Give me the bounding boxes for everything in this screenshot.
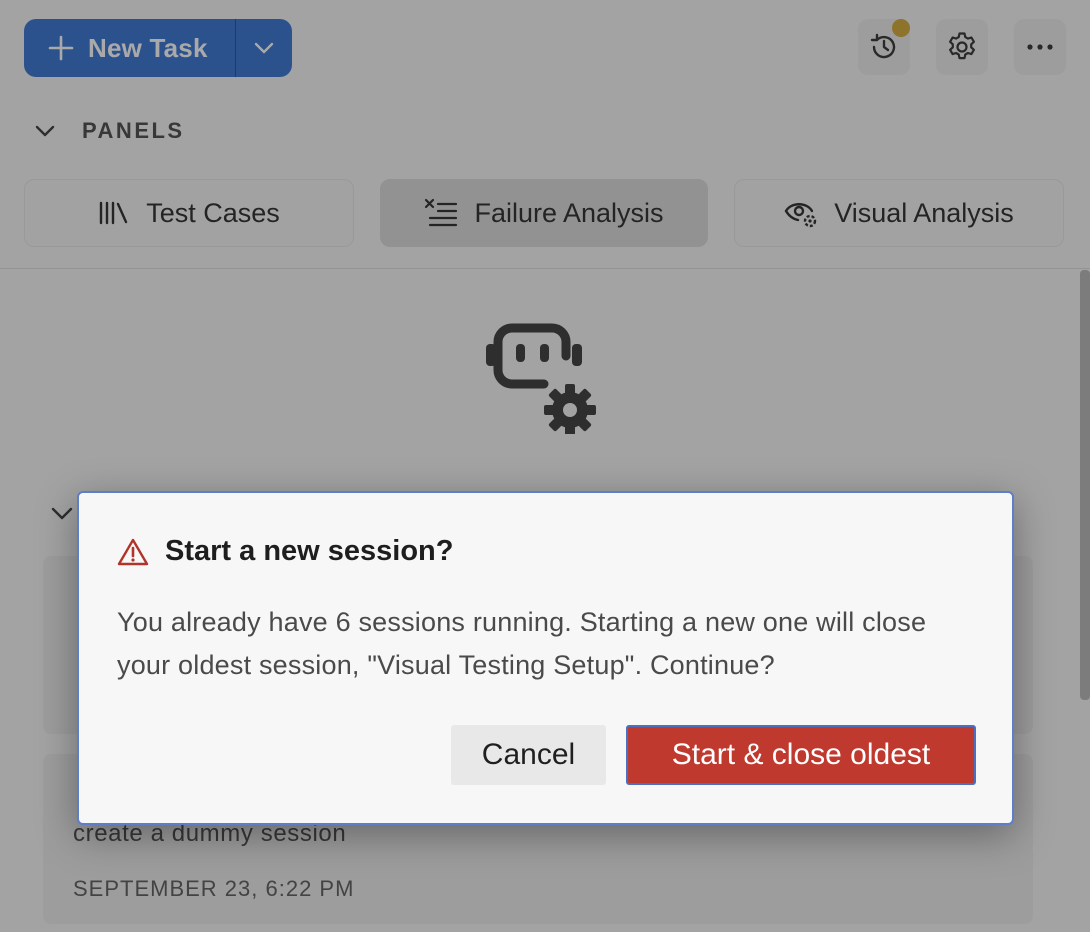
cancel-button[interactable]: Cancel xyxy=(451,725,606,785)
dialog-title: Start a new session? xyxy=(165,535,454,567)
start-close-oldest-button[interactable]: Start & close oldest xyxy=(626,725,976,785)
dialog-header: Start a new session? xyxy=(117,535,454,568)
confirm-dialog: Start a new session? You already have 6 … xyxy=(77,491,1014,825)
app-window: New Task PANELS Test Cases Failure Analy… xyxy=(0,0,1090,932)
warning-icon xyxy=(117,538,149,565)
dialog-message: You already have 6 sessions running. Sta… xyxy=(117,607,927,680)
